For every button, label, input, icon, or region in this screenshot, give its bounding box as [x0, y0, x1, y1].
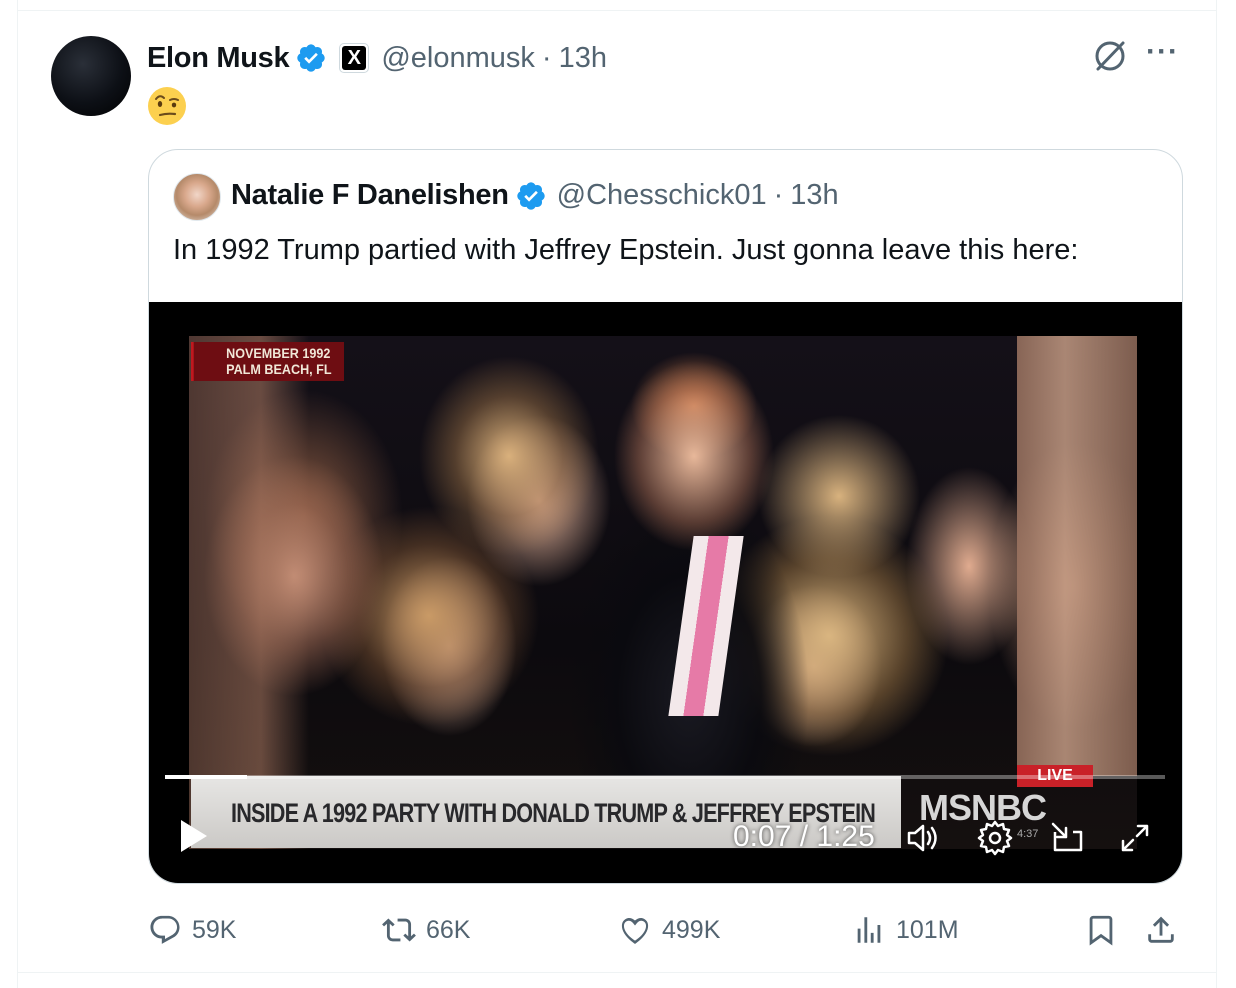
- volume-icon[interactable]: [903, 818, 943, 858]
- quoted-timestamp[interactable]: 13h: [790, 179, 838, 212]
- reply-button[interactable]: 59K: [148, 907, 236, 953]
- tweet-actions: 59K 66K 499K 101M: [148, 907, 1188, 953]
- video-figure: [668, 536, 744, 716]
- play-icon[interactable]: [179, 818, 209, 854]
- grok-icon[interactable]: [1092, 38, 1128, 74]
- share-icon: [1148, 916, 1174, 943]
- quoted-tweet[interactable]: Natalie F Danelishen @Chesschick01 · 13h…: [148, 149, 1183, 884]
- heart-icon: [621, 917, 649, 944]
- video-frame: [189, 336, 1137, 849]
- author-avatar[interactable]: [51, 36, 131, 116]
- repost-button[interactable]: 66K: [382, 907, 470, 953]
- quoted-tweet-header: Natalie F Danelishen @Chesschick01 · 13h: [231, 179, 839, 212]
- video-progress-bar[interactable]: [165, 775, 1165, 779]
- separator: ·: [773, 179, 784, 211]
- quoted-author-avatar[interactable]: [173, 173, 221, 221]
- video-player[interactable]: NOVEMBER 1992 PALM BEACH, FL INSIDE A 19…: [149, 302, 1182, 883]
- quoted-tweet-text: In 1992 Trump partied with Jeffrey Epste…: [173, 234, 1079, 266]
- bookmark-button[interactable]: [1084, 907, 1118, 953]
- divider: [17, 972, 1217, 973]
- dock-video-icon[interactable]: [1047, 818, 1087, 858]
- video-location-tag: NOVEMBER 1992 PALM BEACH, FL: [191, 342, 345, 381]
- share-button[interactable]: [1144, 907, 1178, 953]
- analytics-icon: [857, 917, 881, 943]
- repost-count: 66K: [426, 915, 471, 944]
- quoted-author-handle[interactable]: @Chesschick01: [557, 179, 767, 212]
- video-blur-left: [189, 336, 309, 849]
- face-with-raised-eyebrow-emoji: [148, 87, 186, 125]
- author-handle[interactable]: @elonmusk: [381, 42, 535, 75]
- location-line: PALM BEACH, FL: [226, 361, 332, 377]
- video-blur-right: [1017, 336, 1137, 776]
- verified-badge-icon[interactable]: [515, 180, 547, 212]
- fullscreen-icon[interactable]: [1115, 818, 1155, 858]
- separator: ·: [541, 41, 552, 74]
- view-count: 101M: [896, 915, 959, 944]
- location-line: NOVEMBER 1992: [226, 345, 331, 361]
- like-button[interactable]: 499K: [618, 907, 720, 953]
- video-timecode: 0:07 / 1:25: [733, 820, 875, 853]
- bookmark-icon: [1089, 915, 1113, 946]
- views-button[interactable]: 101M: [852, 907, 959, 953]
- reply-count: 59K: [192, 915, 237, 944]
- x-logo-icon: X: [342, 46, 367, 70]
- verified-badge-icon[interactable]: [295, 42, 327, 74]
- reply-icon: [150, 915, 180, 944]
- x-affiliate-badge[interactable]: X: [339, 43, 370, 73]
- repost-icon: [382, 918, 416, 942]
- tweet-timestamp[interactable]: 13h: [559, 42, 607, 75]
- tweet-header: Elon Musk X @elonmusk · 13h: [147, 38, 607, 78]
- settings-gear-icon[interactable]: [975, 818, 1015, 858]
- video-progress-fill: [165, 775, 247, 779]
- network-clock: 4:37: [1017, 828, 1039, 840]
- divider: [17, 10, 1217, 11]
- like-count: 499K: [662, 915, 721, 944]
- quoted-author-name[interactable]: Natalie F Danelishen: [231, 179, 509, 212]
- more-options-icon[interactable]: ···: [1146, 37, 1182, 70]
- author-name[interactable]: Elon Musk: [147, 42, 290, 75]
